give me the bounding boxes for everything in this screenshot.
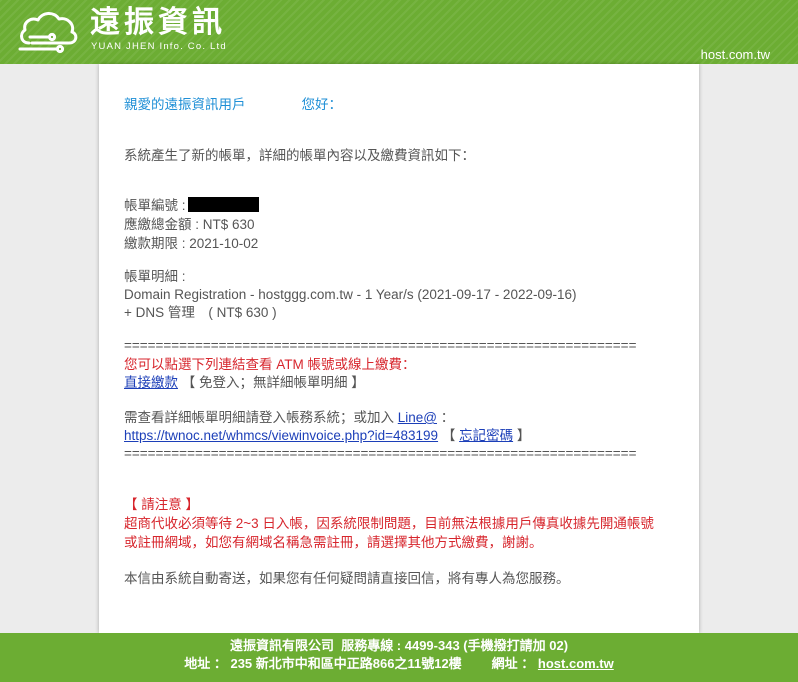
intro: 系統產生了新的帳單，詳細的帳單內容以及繳費資訊如下： (124, 146, 475, 165)
invoice-due-date: 繳款期限 : 2021-10-02 (124, 236, 259, 251)
footer-address-row: 地址 ： 235 新北市中和區中正路866之11號12樓 網址 ： host.co… (0, 655, 798, 673)
separator-bottom: ========================================… (124, 446, 637, 461)
greeting-hello: 您好： (301, 97, 343, 112)
notice-title: 【 請注意 】 (124, 497, 200, 512)
invoice-number-label: 帳單編號 : (124, 198, 186, 213)
footer-website-link[interactable]: host.com.tw (538, 656, 614, 671)
brand-name: 遠振資訊 (90, 6, 226, 39)
email-body-panel: 親愛的遠振資訊用戶 您好： 系統產生了新的帳單，詳細的帳單內容以及繳費資訊如下： … (99, 64, 699, 633)
bracket-close: 】 (513, 428, 531, 443)
closing: 本信由系統自動寄送，如果您有任何疑問請直接回信，將有專人為您服務。 (124, 569, 570, 588)
forgot-password-link[interactable]: 忘記密碼 (459, 428, 513, 443)
header-site: host.com.tw (700, 47, 770, 62)
notice-line: 或註冊網域，如您有網域名稱急需註冊，請選擇其他方式繳費，謝謝。 (124, 535, 543, 550)
greeting-salutation: 親愛的遠振資訊用戶 (124, 97, 246, 112)
bracket-open: 【 (438, 428, 460, 443)
footer-web-label: 網址 ： (491, 656, 538, 671)
invoice-details: 帳單明細 : Domain Registration - hostggg.com… (124, 268, 577, 322)
invoice-number-row: 帳單編號 : (124, 196, 259, 215)
attention-notice: 【 請注意 】 超商代收必須等待 2~3 日入帳，因系統限制問題，目前無法根據用… (124, 495, 654, 552)
footer-company-line: 遠振資訊有限公司 服務專線 : 4499-343 (手機撥打請加 02) (229, 638, 569, 653)
payment-row: 直接繳款 【 免登入；無詳細帳單明細 】 (124, 374, 636, 393)
login-row: 需查看詳細帳單明細請登入帳務系統；或加入 Line@ ： (124, 409, 636, 427)
details-item: + DNS 管理 ( NT$ 630 ) (124, 305, 277, 320)
invoice-url-link[interactable]: https://twnoc.net/whmcs/viewinvoice.php?… (124, 428, 438, 443)
payment-note: 【 免登入；無詳細帳單明細 】 (178, 375, 365, 390)
brand-footer: 遠振資訊有限公司 服務專線 : 4499-343 (手機撥打請加 02) 地址 … (0, 633, 798, 682)
details-label: 帳單明細 : (124, 269, 186, 284)
redacted-invoice-number (187, 197, 259, 212)
greeting: 親愛的遠振資訊用戶 您好： (124, 95, 342, 114)
notice-line: 超商代收必須等待 2~3 日入帳，因系統限制問題，目前無法根據用戶傳真收據先開通… (124, 516, 654, 531)
footer-address: 地址 ： 235 新北市中和區中正路866之11號12樓 (184, 656, 462, 671)
login-suffix: ： (437, 410, 455, 425)
invoice-url-row: https://twnoc.net/whmcs/viewinvoice.php?… (124, 427, 636, 445)
payment-notice: 您可以點選下列連結查看 ATM 帳號或線上繳費： (124, 356, 416, 372)
brand-subtitle: YUAN JHEN Info. Co. Ltd (91, 41, 227, 52)
closing-text: 本信由系統自動寄送，如果您有任何疑問請直接回信，將有專人為您服務。 (124, 571, 570, 586)
details-item: Domain Registration - hostggg.com.tw - 1… (124, 287, 577, 302)
login-text: 需查看詳細帳單明細請登入帳務系統；或加入 (124, 410, 398, 425)
cloud-icon (18, 12, 78, 54)
email-page: { "colors": { "brand_green": "#6cad33", … (0, 0, 798, 682)
line-at-link[interactable]: Line@ (398, 410, 437, 425)
direct-pay-link[interactable]: 直接繳款 (124, 375, 178, 390)
payment-section: ========================================… (124, 337, 636, 393)
invoice-summary: 帳單編號 : 應繳總金額 : NT$ 630 繳款期限 : 2021-10-02 (124, 196, 259, 253)
login-section: 需查看詳細帳單明細請登入帳務系統；或加入 Line@ ： https://twn… (124, 409, 636, 463)
separator-top: ========================================… (124, 338, 637, 353)
intro-text: 系統產生了新的帳單，詳細的帳單內容以及繳費資訊如下： (124, 148, 475, 163)
invoice-amount: 應繳總金額 : NT$ 630 (124, 217, 255, 232)
brand-header: 遠振資訊 YUAN JHEN Info. Co. Ltd host.com.tw (0, 0, 798, 64)
greeting-line: 親愛的遠振資訊用戶 您好： (124, 95, 342, 114)
